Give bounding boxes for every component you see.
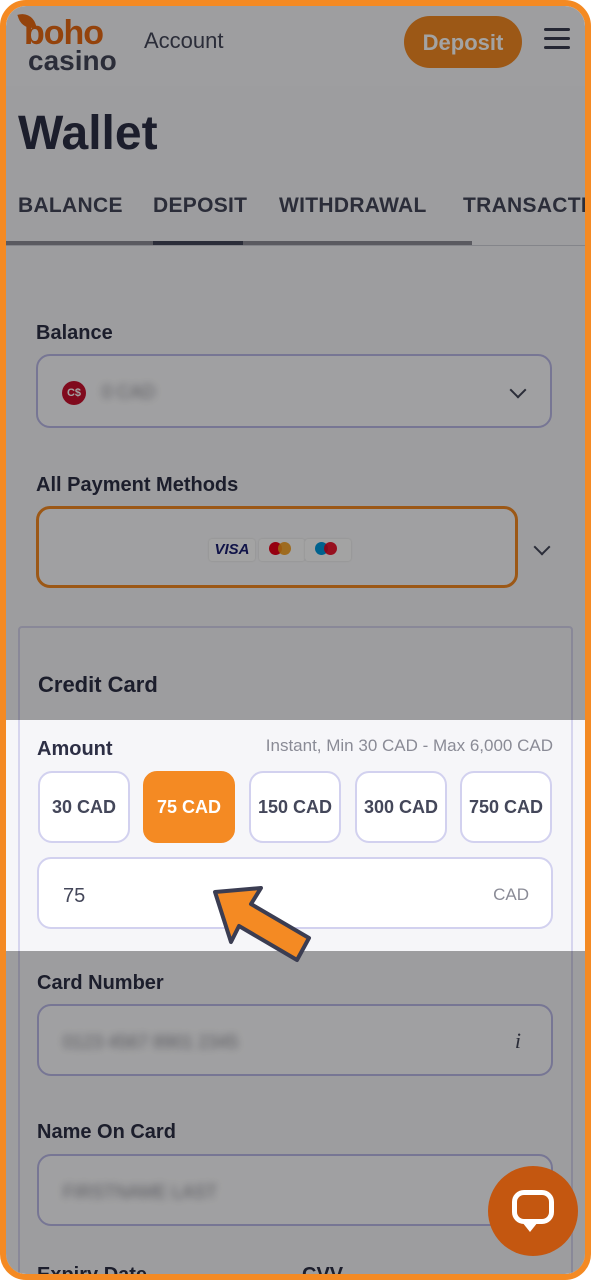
dim-overlay-top <box>6 6 585 720</box>
amount-label: Amount <box>37 738 113 760</box>
device-frame: boho casino Account Deposit Wallet BALAN… <box>0 0 591 1280</box>
preset-30-cad[interactable]: 30 CAD <box>38 771 130 843</box>
preset-75-cad[interactable]: 75 CAD <box>143 771 235 843</box>
amount-unit: CAD <box>493 885 529 904</box>
amount-value: 75 <box>63 885 86 907</box>
chat-icon <box>512 1190 554 1224</box>
page: boho casino Account Deposit Wallet BALAN… <box>6 6 585 1274</box>
preset-300-cad[interactable]: 300 CAD <box>355 771 447 843</box>
chat-tail-icon <box>522 1222 538 1232</box>
preset-150-cad[interactable]: 150 CAD <box>249 771 341 843</box>
chat-button[interactable] <box>488 1166 578 1256</box>
amount-range-text: Instant, Min 30 CAD - Max 6,000 CAD <box>265 736 553 755</box>
preset-750-cad[interactable]: 750 CAD <box>460 771 552 843</box>
pointer-arrow-icon <box>213 886 311 962</box>
